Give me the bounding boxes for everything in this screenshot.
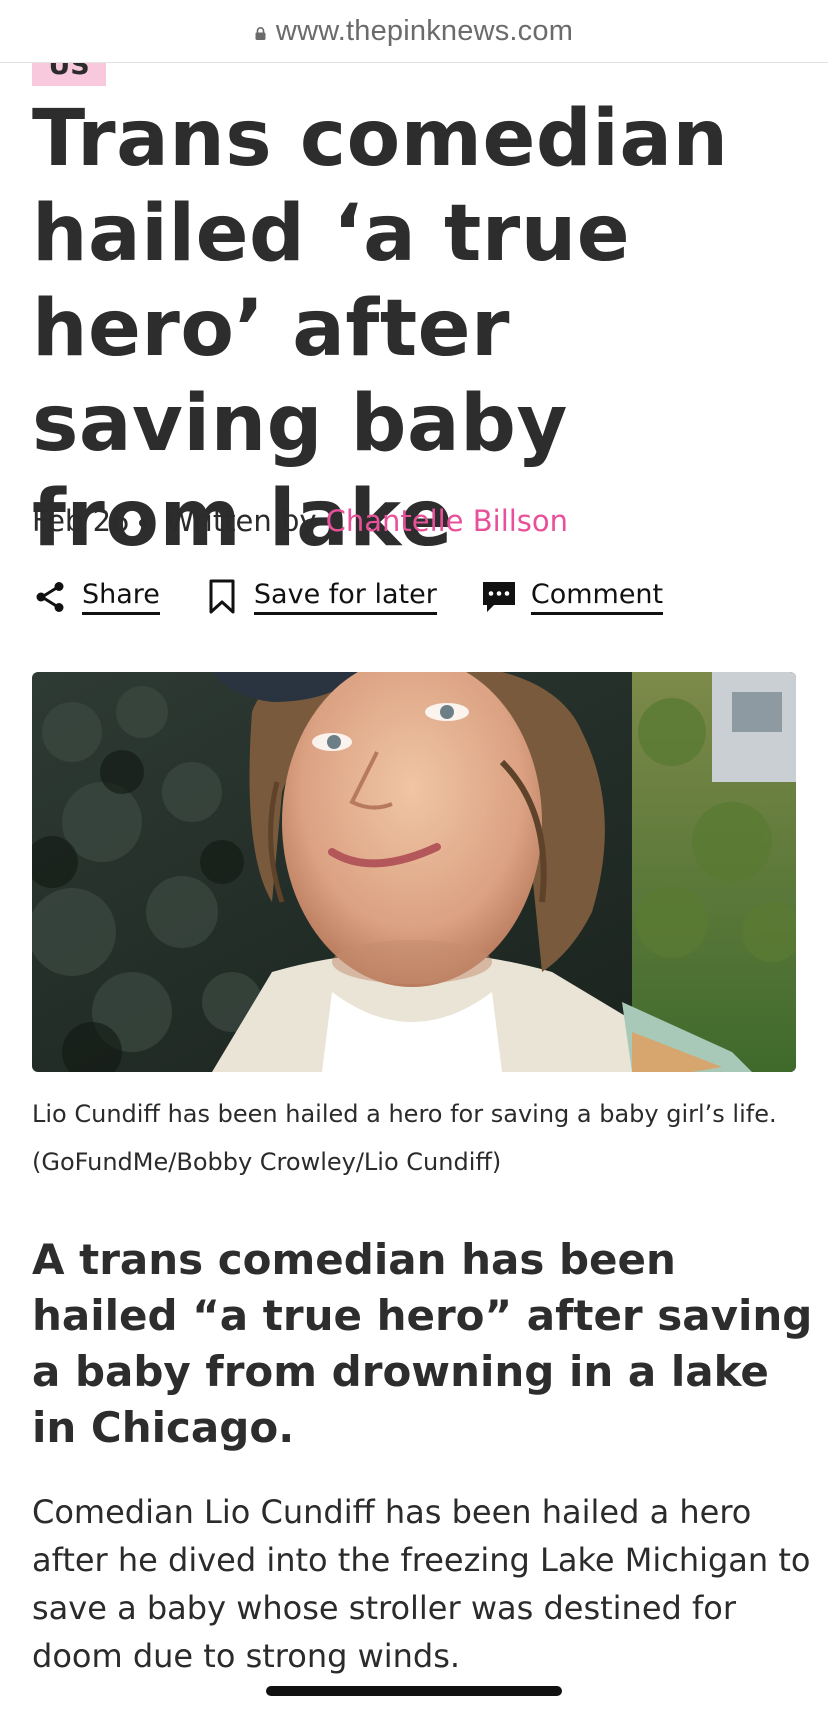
save-for-later-label: Save for later: [253, 579, 437, 615]
photo-caption: Lio Cundiff has been hailed a hero for s…: [32, 1100, 777, 1176]
separator-dot: [139, 519, 148, 527]
comment-button[interactable]: Comment: [481, 578, 664, 616]
comment-label: Comment: [530, 579, 664, 615]
share-label: Share: [82, 579, 160, 615]
bookmark-icon: [204, 578, 240, 616]
share-icon: [32, 578, 68, 616]
save-for-later-button[interactable]: Save for later: [204, 578, 437, 616]
article-standfirst: A trans comedian has been hailed “a true…: [32, 1235, 813, 1452]
url-text[interactable]: www.thepinknews.com: [276, 15, 573, 48]
byline: Feb 26 Written by Chantelle Billson: [32, 504, 568, 538]
lock-icon: [255, 26, 266, 40]
home-indicator[interactable]: [266, 1686, 562, 1696]
publish-date: Feb 26: [32, 504, 130, 538]
browser-url-bar[interactable]: www.thepinknews.com: [0, 0, 828, 63]
share-button[interactable]: Share: [32, 578, 160, 616]
comment-icon: [481, 578, 517, 616]
author-link[interactable]: Chantelle Billson: [326, 504, 568, 538]
hero-photo-illustration: [32, 672, 796, 1072]
article-actions: Share Save for later Comment: [32, 578, 707, 616]
article-body-paragraph: Comedian Lio Cundiff has been hailed a h…: [32, 1493, 811, 1675]
written-by-label: Written by: [165, 504, 317, 538]
article-hero-photo[interactable]: [32, 672, 796, 1072]
article-headline: Trans comedian hailed ‘a true hero’ afte…: [32, 94, 729, 564]
